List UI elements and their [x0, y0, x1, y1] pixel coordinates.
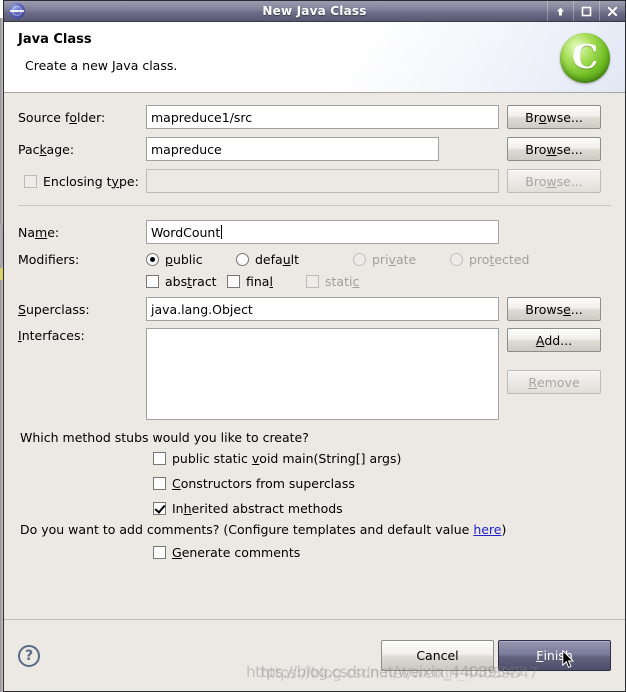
modifier-protected-radio[interactable]: protected: [450, 252, 529, 267]
method-stubs-question: Which method stubs would you like to cre…: [20, 430, 309, 445]
maximize-icon[interactable]: [573, 1, 599, 21]
java-class-wizard-icon: C: [560, 33, 610, 83]
wizard-form: Source folder: mapreduce1/src Br o wse... …: [4, 93, 625, 619]
superclass-input[interactable]: java.lang.Object: [146, 297, 499, 321]
source-folder-value: mapreduce1/src: [151, 109, 253, 125]
enclosing-type-label-group: Enclosing t y pe:: [18, 174, 146, 189]
radio-indicator: [353, 253, 366, 266]
modifiers-label: Modifiers:: [18, 252, 80, 267]
name-value: WordCount: [151, 224, 221, 240]
name-input[interactable]: WordCount: [146, 220, 499, 244]
text-caret: [221, 225, 223, 239]
checkbox-indicator: [146, 275, 159, 288]
comments-question: Do you want to add comments? (Configure …: [20, 522, 611, 537]
dialog-footer: ? Cancel Finish: [4, 619, 625, 691]
close-icon[interactable]: [599, 1, 625, 21]
modifier-public-radio[interactable]: public: [146, 252, 236, 267]
generate-comments-checkbox[interactable]: Generate comments: [153, 545, 611, 560]
minimize-icon[interactable]: [547, 1, 573, 21]
wizard-icon-letter: C: [571, 37, 599, 76]
separator: [18, 205, 611, 206]
source-folder-label: Source folder:: [18, 109, 106, 125]
modifiers-flags-row: abstract final static: [18, 274, 611, 289]
generate-comments-label: Generate comments: [172, 545, 301, 560]
checkbox-indicator: [153, 502, 166, 515]
modifier-private-radio[interactable]: private: [353, 252, 450, 267]
package-row: Package: mapreduce Bro w se...: [18, 137, 611, 161]
modifier-static-checkbox[interactable]: static: [306, 274, 359, 289]
interfaces-buttons: Add... Remove: [507, 328, 601, 394]
modifier-private-label: private: [372, 252, 417, 267]
radio-indicator: [450, 253, 463, 266]
enclosing-type-label: Enclosing t y pe:: [43, 173, 139, 189]
stub-main-method-label: public static void main(String[] args): [172, 451, 402, 466]
interfaces-add-button[interactable]: Add...: [507, 328, 601, 352]
enclosing-type-checkbox[interactable]: [24, 174, 37, 188]
enclosing-type-row: Enclosing t y pe: Bro w se...: [18, 169, 611, 193]
modifier-default-radio[interactable]: default: [236, 252, 353, 267]
name-row: Name: WordCount: [18, 220, 611, 244]
superclass-browse-button[interactable]: Brows e...: [507, 297, 601, 321]
checkbox-indicator: [153, 477, 166, 490]
help-icon[interactable]: ?: [18, 644, 40, 667]
name-label: Name:: [18, 224, 60, 240]
radio-indicator: [146, 253, 159, 266]
stub-main-method-checkbox[interactable]: public static void main(String[] args): [153, 451, 611, 466]
source-folder-browse-button[interactable]: Br o wse...: [507, 105, 601, 129]
window-controls: [547, 1, 625, 21]
interfaces-row: Interfaces: Add... Remove: [18, 328, 611, 420]
package-value: mapreduce: [151, 141, 222, 157]
radio-indicator: [236, 253, 249, 266]
modifiers-access-row: Modifiers: public default private protec…: [18, 252, 611, 267]
globe-icon: [9, 3, 25, 19]
superclass-value: java.lang.Object: [151, 301, 253, 317]
package-input[interactable]: mapreduce: [146, 137, 439, 161]
modifier-final-checkbox[interactable]: final: [227, 274, 306, 289]
stub-inherited-abstract-label: Inherited abstract methods: [172, 501, 343, 516]
enclosing-type-browse-button[interactable]: Bro w se...: [507, 169, 601, 193]
configure-templates-link[interactable]: here: [473, 522, 501, 537]
package-label: Package:: [18, 141, 75, 157]
interfaces-remove-button[interactable]: Remove: [507, 370, 601, 394]
dialog-action-buttons: Cancel Finish: [381, 640, 611, 671]
cancel-button[interactable]: Cancel: [381, 640, 494, 671]
wizard-header: Java Class Create a new Java class. C: [4, 22, 625, 93]
superclass-row: Superclass: java.lang.Object Brows e...: [18, 297, 611, 321]
dialog-titlebar[interactable]: New Java Class: [4, 1, 625, 22]
checkbox-indicator: [153, 452, 166, 465]
modifier-public-label: public: [165, 252, 203, 267]
page-title: Java Class: [18, 32, 92, 47]
stub-inherited-abstract-checkbox[interactable]: Inherited abstract methods: [153, 501, 611, 516]
new-java-class-dialog: New Java Class Java Class Create a new J…: [3, 0, 626, 692]
comments-question-text: Do you want to add comments? (Configure …: [20, 522, 474, 537]
package-browse-button[interactable]: Bro w se...: [507, 137, 601, 161]
stub-constructors-label: Constructors from superclass: [172, 476, 355, 491]
superclass-label: Superclass:: [18, 301, 90, 317]
dialog-title: New Java Class: [262, 4, 367, 18]
modifier-abstract-label: abstract: [165, 274, 217, 289]
checkbox-indicator: [306, 275, 319, 288]
modifier-default-label: default: [255, 252, 299, 267]
page-description: Create a new Java class.: [25, 58, 178, 73]
modifier-final-label: final: [246, 274, 273, 289]
checkbox-indicator: [227, 275, 240, 288]
source-folder-input[interactable]: mapreduce1/src: [146, 105, 499, 129]
enclosing-type-input[interactable]: [146, 169, 499, 193]
stub-constructors-checkbox[interactable]: Constructors from superclass: [153, 476, 611, 491]
modifier-abstract-checkbox[interactable]: abstract: [146, 274, 227, 289]
comments-question-suffix: ): [501, 522, 507, 537]
finish-button[interactable]: Finish: [498, 640, 611, 671]
modifier-protected-label: protected: [469, 252, 530, 267]
modifier-static-label: static: [325, 274, 360, 289]
interfaces-label: Interfaces:: [18, 328, 85, 343]
source-folder-row: Source folder: mapreduce1/src Br o wse...: [18, 105, 611, 129]
checkbox-indicator: [153, 546, 166, 559]
interfaces-list[interactable]: [146, 328, 499, 420]
